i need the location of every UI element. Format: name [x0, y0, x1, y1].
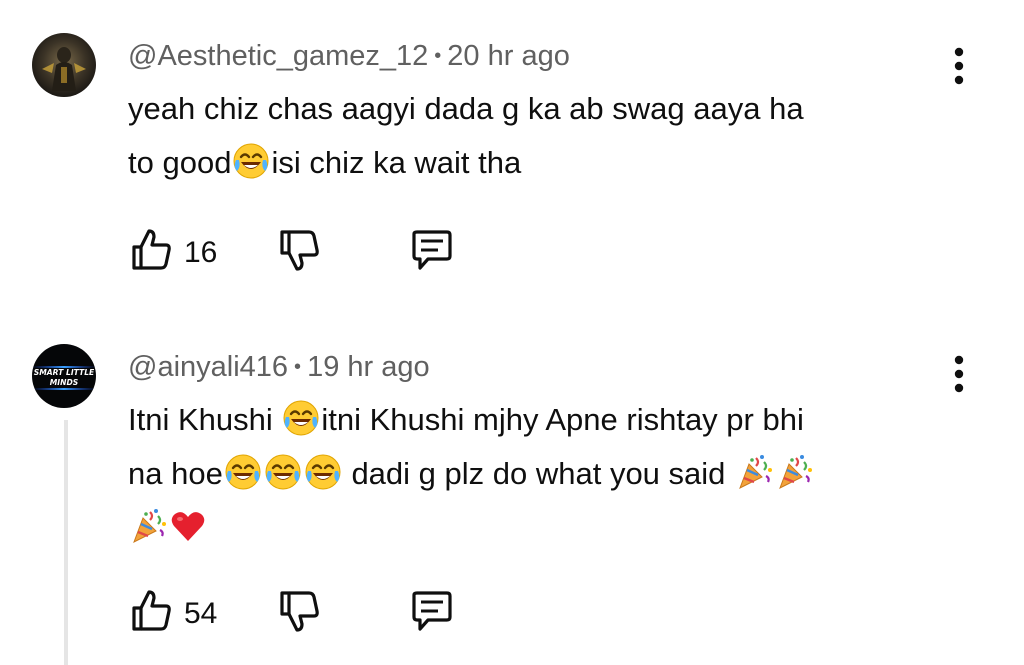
comment-text-line [128, 501, 948, 555]
author-name[interactable]: @ainyali416 [128, 351, 288, 383]
party-popper-emoji-icon [128, 506, 168, 546]
avatar-text: MINDS [50, 378, 79, 387]
thumb-up-icon [132, 229, 171, 270]
joy-emoji-icon [223, 452, 263, 492]
joy-emoji-icon [263, 452, 303, 492]
avatar[interactable] [32, 33, 96, 97]
comment: @Aesthetic_gamez_12 • 20 hr ago yeah chiz … [0, 0, 1024, 320]
avatar-image: SMART LITTLE MINDS [32, 344, 96, 408]
like-count: 54 [184, 597, 218, 630]
comment-text-segment: to good [128, 145, 232, 180]
thumb-down-icon [280, 591, 319, 632]
dislike-button[interactable] [276, 226, 324, 274]
comment-text-segment: Itni Khushi [128, 402, 282, 437]
comment-text-segment: itni Khushi mjhy Apne rishtay pr bhi [321, 402, 804, 437]
timestamp[interactable]: 20 hr ago [447, 40, 570, 72]
thumb-up-icon [132, 590, 171, 631]
reply-comment-icon [412, 591, 452, 631]
meta-separator: • [434, 45, 442, 67]
joy-emoji-icon [281, 398, 321, 438]
thumb-down-icon [280, 230, 319, 271]
author-name[interactable]: @Aesthetic_gamez_12 [128, 40, 428, 72]
red-heart-emoji-icon [168, 506, 208, 546]
timestamp[interactable]: 19 hr ago [307, 351, 430, 383]
party-popper-emoji-icon [734, 452, 774, 492]
like-button[interactable] [128, 226, 176, 274]
more-vert-icon [954, 355, 964, 393]
comment-text-segment: dadi g plz do what you said [342, 456, 735, 491]
joy-emoji-icon [231, 141, 271, 181]
comment-text-segment: na hoe [128, 456, 223, 491]
avatar[interactable]: SMART LITTLE MINDS [32, 344, 96, 408]
reply-button[interactable] [408, 226, 456, 274]
comment-meta: @Aesthetic_gamez_12 • 20 hr ago [128, 40, 570, 73]
comment-text-line: na hoe dadi g plz do what you said [128, 447, 948, 501]
comment-text: Itni Khushi itni Khushi mjhy Apne rishta… [128, 393, 948, 555]
more-options-button[interactable] [944, 353, 974, 397]
joy-emoji-icon [303, 452, 343, 492]
party-popper-emoji-icon [774, 452, 814, 492]
avatar-text: SMART LITTLE [34, 368, 95, 377]
comment-text-line: to good isi chiz ka wait tha [128, 136, 948, 190]
thread-line[interactable] [64, 420, 68, 665]
avatar-image [32, 33, 96, 97]
comment-meta: @ainyali416 • 19 hr ago [128, 351, 430, 384]
reply-button[interactable] [408, 587, 456, 635]
meta-separator: • [294, 356, 302, 378]
dislike-button[interactable] [276, 587, 324, 635]
comment-text-segment: isi chiz ka wait tha [271, 145, 522, 180]
like-count: 16 [184, 236, 218, 269]
comment: SMART LITTLE MINDS @ainyali416 • 19 hr ago… [0, 320, 1024, 665]
more-options-button[interactable] [944, 45, 974, 89]
comment-text: yeah chiz chas aagyi dada g ka ab swag a… [128, 82, 948, 190]
like-button[interactable] [128, 587, 176, 635]
comment-text-line: Itni Khushi itni Khushi mjhy Apne rishta… [128, 393, 948, 447]
comment-text-line: yeah chiz chas aagyi dada g ka ab swag a… [128, 82, 948, 136]
reply-comment-icon [412, 230, 452, 270]
more-vert-icon [954, 47, 964, 85]
comment-text-segment: yeah chiz chas aagyi dada g ka ab swag a… [128, 91, 804, 126]
